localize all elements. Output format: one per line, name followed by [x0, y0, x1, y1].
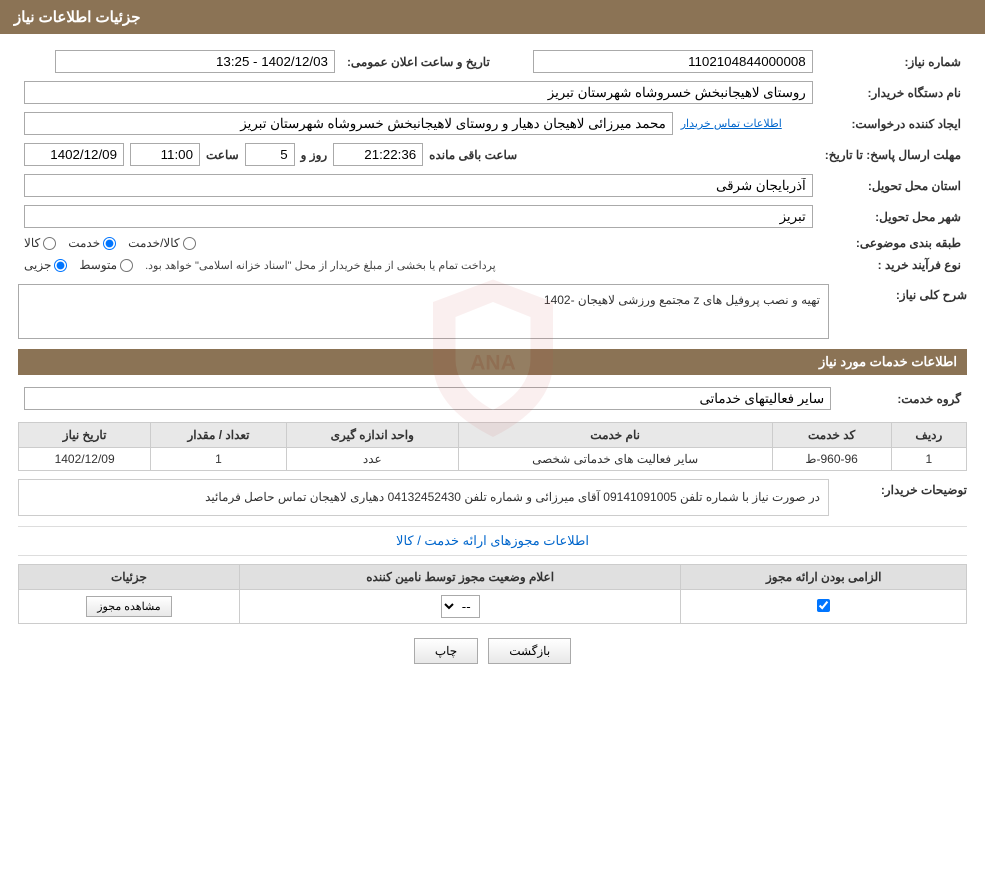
purchase-type-partial[interactable]: جزیی: [24, 258, 67, 272]
footer-buttons: بازگشت چاپ: [18, 624, 967, 678]
perm-status-cell: --: [239, 590, 681, 624]
buyer-name-label: نام دستگاه خریدار:: [819, 77, 967, 108]
view-permit-button[interactable]: مشاهده مجوز: [86, 596, 171, 617]
date-input[interactable]: [24, 143, 124, 166]
contact-link[interactable]: اطلاعات تماس خریدار: [681, 117, 782, 130]
city-input[interactable]: [24, 205, 813, 228]
col-unit: واحد اندازه گیری: [286, 423, 458, 448]
requester-label: ایجاد کننده درخواست:: [819, 108, 967, 139]
remaining-time-label: ساعت باقی مانده: [429, 148, 517, 162]
category-label: طبقه بندی موضوعی:: [819, 232, 967, 254]
col-qty: تعداد / مقدار: [151, 423, 287, 448]
time-input[interactable]: [130, 143, 200, 166]
service-info-label: اطلاعات خدمات مورد نیاز: [819, 354, 957, 369]
service-info-section: اطلاعات خدمات مورد نیاز: [18, 349, 967, 375]
print-button[interactable]: چاپ: [414, 638, 478, 664]
table-row: 1960-96-طسایر فعالیت های خدماتی شخصیعدد1…: [19, 448, 967, 471]
buyer-notes-label: توضیحات خریدار:: [837, 479, 967, 497]
buyer-notes-text: در صورت نیاز با شماره تلفن 09141091005 آ…: [205, 490, 820, 504]
time-label: ساعت: [206, 148, 239, 162]
service-group-label: گروه خدمت:: [837, 383, 967, 414]
perm-col-required: الزامی بودن ارائه مجوز: [681, 565, 967, 590]
main-form-table: شماره نیاز: تاریخ و ساعت اعلان عمومی: نا…: [18, 46, 967, 276]
permissions-link[interactable]: اطلاعات مجوزهای ارائه خدمت / کالا: [18, 526, 967, 556]
category-khidmat[interactable]: خدمت: [68, 236, 116, 250]
province-label: استان محل تحویل:: [819, 170, 967, 201]
page-title: جزئیات اطلاعات نیاز: [14, 9, 141, 26]
permissions-table: الزامی بودن ارائه مجوز اعلام وضعیت مجوز …: [18, 564, 967, 624]
announce-date-label: تاریخ و ساعت اعلان عمومی:: [341, 46, 496, 77]
need-number-input[interactable]: [533, 50, 813, 73]
remaining-time-input[interactable]: [333, 143, 423, 166]
category-kala[interactable]: کالا: [24, 236, 56, 250]
col-date: تاریخ نیاز: [19, 423, 151, 448]
perm-details-cell: مشاهده مجوز: [19, 590, 240, 624]
purchase-type-note: پرداخت تمام یا بخشی از مبلغ خریدار از مح…: [145, 259, 496, 272]
page-header: جزئیات اطلاعات نیاز: [0, 0, 985, 34]
back-button[interactable]: بازگشت: [488, 638, 571, 664]
perm-required-cell: [681, 590, 967, 624]
perm-row: -- مشاهده مجوز: [19, 590, 967, 624]
perm-required-checkbox[interactable]: [817, 599, 830, 612]
category-kala-khidmat[interactable]: کالا/خدمت: [128, 236, 195, 250]
requester-input[interactable]: [24, 112, 673, 135]
col-code: کد خدمت: [772, 423, 891, 448]
announce-date-input[interactable]: [55, 50, 335, 73]
buyer-name-input[interactable]: [24, 81, 813, 104]
perm-status-select[interactable]: --: [441, 595, 480, 618]
days-label: روز و: [301, 148, 328, 162]
province-input[interactable]: [24, 174, 813, 197]
purchase-type-label: نوع فرآیند خرید :: [819, 254, 967, 276]
permissions-link-text: اطلاعات مجوزهای ارائه خدمت / کالا: [396, 533, 589, 548]
description-label: شرح کلی نیاز:: [837, 284, 967, 302]
col-name: نام خدمت: [458, 423, 772, 448]
purchase-type-medium[interactable]: متوسط: [79, 258, 133, 272]
reply-deadline-label: مهلت ارسال پاسخ: تا تاریخ:: [819, 139, 967, 170]
service-group-table: گروه خدمت:: [18, 383, 967, 414]
city-label: شهر محل تحویل:: [819, 201, 967, 232]
description-text: تهیه و نصب پروفیل های z مجتمع ورزشی لاهی…: [544, 293, 820, 307]
col-row: ردیف: [891, 423, 966, 448]
perm-col-status: اعلام وضعیت مجوز توسط نامین کننده: [239, 565, 681, 590]
service-group-input[interactable]: [24, 387, 831, 410]
services-table: ردیف کد خدمت نام خدمت واحد اندازه گیری ت…: [18, 422, 967, 471]
need-number-label: شماره نیاز:: [819, 46, 967, 77]
description-box: تهیه و نصب پروفیل های z مجتمع ورزشی لاهی…: [18, 284, 829, 339]
days-input[interactable]: [245, 143, 295, 166]
buyer-notes-box: در صورت نیاز با شماره تلفن 09141091005 آ…: [18, 479, 829, 516]
perm-col-details: جزئیات: [19, 565, 240, 590]
